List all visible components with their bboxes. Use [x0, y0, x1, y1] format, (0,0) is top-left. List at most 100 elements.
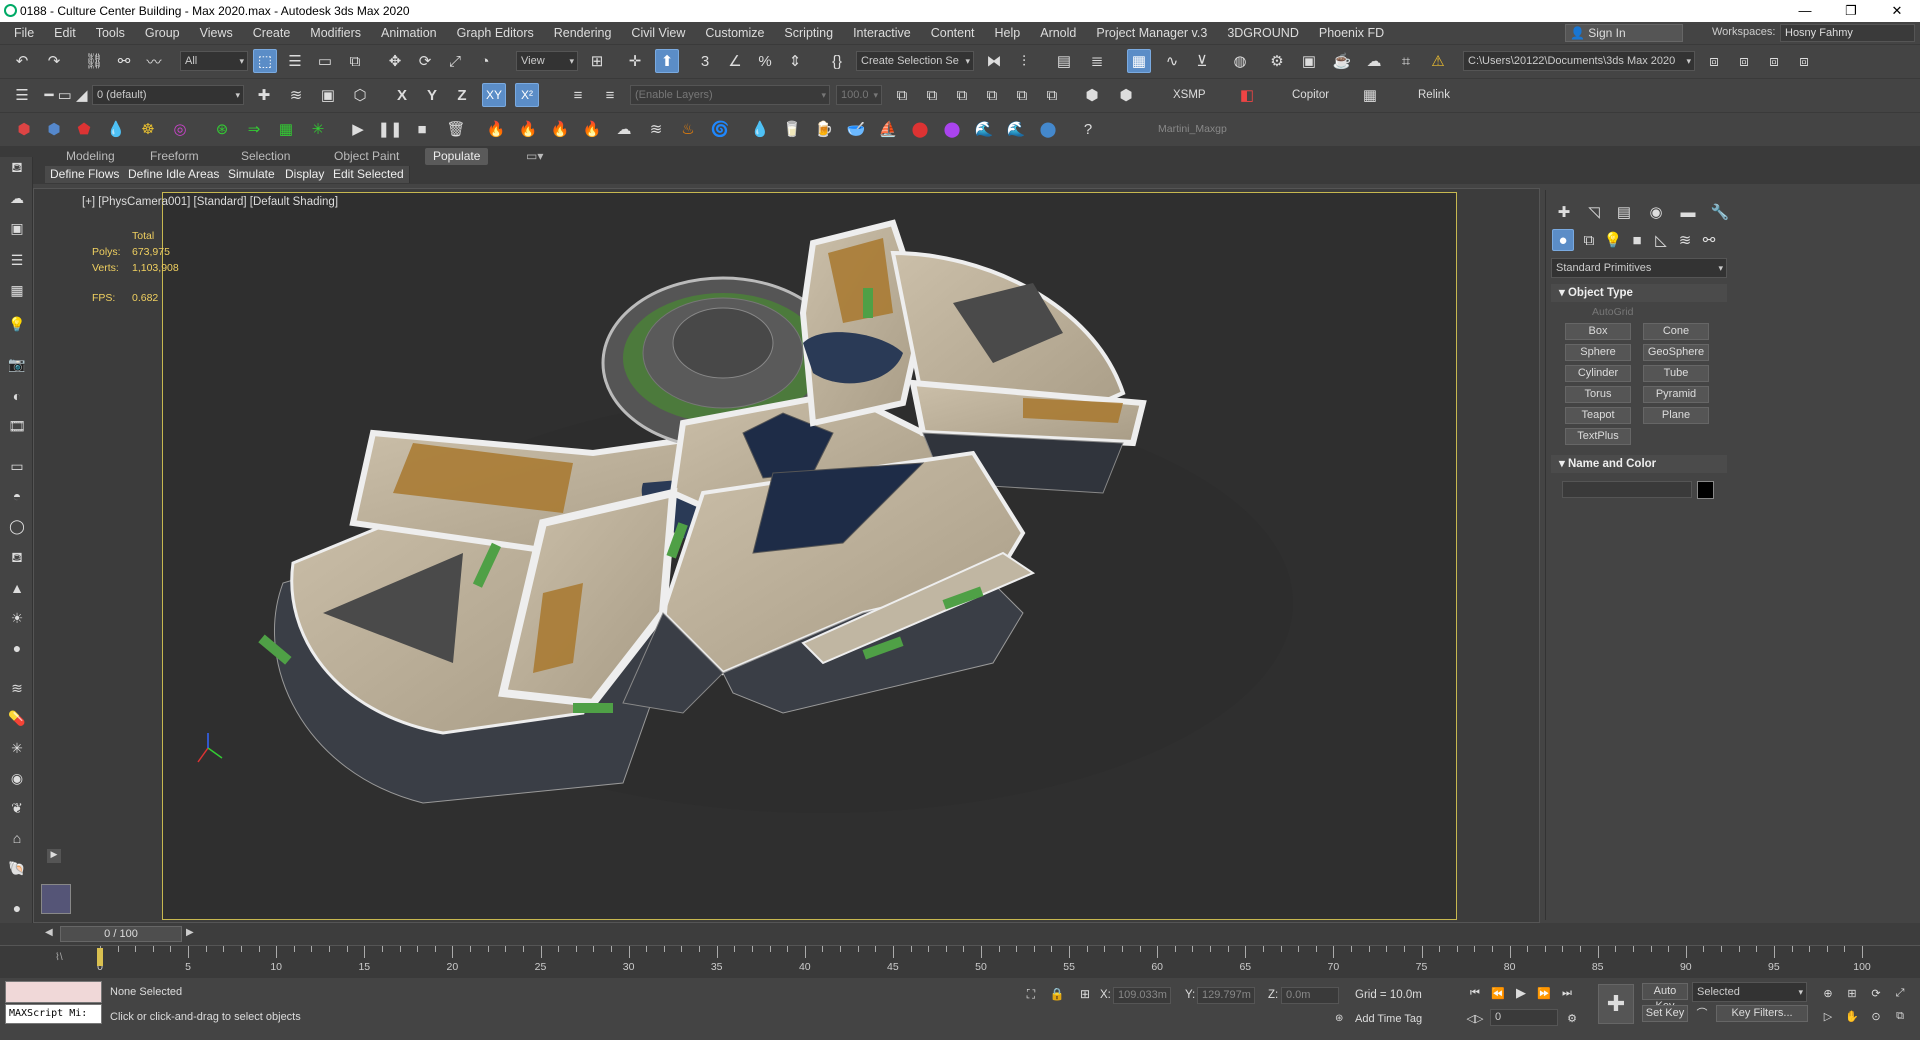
maxscript-mini-listener[interactable]: MAXScript Mi:	[5, 1004, 102, 1024]
render-production-icon[interactable]: ☕	[1330, 49, 1354, 73]
rect-selection-icon[interactable]: ▭	[313, 49, 337, 73]
xsmp-label[interactable]: XSMP	[1173, 89, 1206, 101]
primitive-category-dropdown[interactable]: Standard Primitives	[1551, 258, 1727, 278]
menu-arnold[interactable]: Arnold	[1030, 26, 1086, 40]
pan-icon[interactable]: ✋	[1842, 1006, 1862, 1026]
key-selection-dropdown[interactable]: Selected	[1692, 982, 1807, 1002]
time-tag-icon[interactable]: ⊛	[1335, 1013, 1343, 1024]
time-slider[interactable]: 0 / 100	[60, 926, 182, 942]
phoenix-red-icon[interactable]: ⬤	[908, 117, 932, 141]
set-key-big-icon[interactable]: ✚	[1598, 984, 1634, 1024]
subtab-edit-selected[interactable]: Edit Selected	[328, 166, 410, 183]
track-bar[interactable]: ⌇\ 0 5 10 15 20 25 30 35 40 45 50 55 60 65 70 75 80 85 90 9…	[0, 945, 1920, 978]
menu-project-manager[interactable]: Project Manager v.3	[1086, 26, 1217, 40]
menu-group[interactable]: Group	[135, 26, 190, 40]
key-tangent-icon[interactable]: ⌒	[1692, 1003, 1712, 1023]
menu-customize[interactable]: Customize	[695, 26, 774, 40]
menu-animation[interactable]: Animation	[371, 26, 447, 40]
maximize-button[interactable]: ❐	[1828, 0, 1874, 22]
select-manipulate-icon[interactable]: ✛	[623, 49, 647, 73]
anim-layer-icon-8[interactable]: ⬢	[1114, 83, 1138, 107]
utilities-tab-icon[interactable]: 🔧	[1708, 200, 1732, 224]
phoenix-glass-icon[interactable]: 🥛	[780, 117, 804, 141]
relink-icon[interactable]: ▦	[1358, 83, 1382, 107]
render-setup-icon[interactable]: ⚙	[1265, 49, 1289, 73]
set-key-button[interactable]: Set Key	[1642, 1005, 1688, 1022]
plugin-green-1-icon[interactable]: ⊛	[210, 117, 234, 141]
subtab-define-idle-areas[interactable]: Define Idle Areas	[123, 166, 226, 183]
percent-snap-icon[interactable]: %	[753, 49, 777, 73]
angle-snap-icon[interactable]: ∠	[723, 49, 747, 73]
pause-sim-icon[interactable]: ❚❚	[377, 117, 402, 141]
anim-layer-icon-4[interactable]: ⧉	[980, 83, 1004, 107]
reference-coordinate-dropdown[interactable]: View	[516, 51, 578, 71]
snaps-toggle-icon[interactable]: 3	[693, 49, 717, 73]
align-icon[interactable]: ⫶	[1012, 49, 1036, 73]
phoenix-wind-icon[interactable]: ≋	[644, 117, 668, 141]
axis-z-button[interactable]: Z	[450, 83, 474, 107]
anim-layer-icon-1[interactable]: ⧉	[890, 83, 914, 107]
phoenix-bowl-icon[interactable]: 🥣	[844, 117, 868, 141]
axis-xz-button[interactable]: X²	[515, 83, 539, 107]
plugin-fire-icon[interactable]: ⬟	[72, 117, 96, 141]
phoenix-flame-icon[interactable]: ♨	[676, 117, 700, 141]
tab-populate[interactable]: Populate	[425, 148, 489, 165]
move-icon[interactable]: ✥	[383, 49, 407, 73]
left-icon-image[interactable]: ▣	[5, 217, 29, 239]
cylinder-button[interactable]: Cylinder	[1565, 365, 1631, 382]
close-button[interactable]: ✕	[1874, 0, 1920, 22]
key-mode-icon[interactable]: ◁▷	[1465, 1008, 1485, 1028]
plugin-purple-icon[interactable]: ◎	[168, 117, 192, 141]
selection-filter-dropdown[interactable]: All	[180, 51, 248, 71]
goto-end-icon[interactable]: ⏭	[1557, 983, 1577, 1003]
expand-arrow-icon[interactable]: ▶	[47, 849, 61, 863]
autogrid-checkbox[interactable]: AutoGrid	[1592, 306, 1633, 318]
torus-button[interactable]: Torus	[1565, 386, 1631, 403]
undo-icon[interactable]: ↶	[10, 49, 34, 73]
menu-3dground[interactable]: 3DGROUND	[1217, 26, 1309, 40]
named-selection-dropdown[interactable]: Create Selection Se	[856, 51, 974, 71]
left-icon-wave[interactable]: ≋	[5, 677, 29, 699]
left-icon-sphere[interactable]: ◯	[5, 515, 29, 537]
left-icon-globe[interactable]: ◉	[5, 767, 29, 789]
plugin-blue-cube-icon[interactable]: ⬢	[42, 117, 66, 141]
sphere-button[interactable]: Sphere	[1565, 344, 1631, 361]
delete-sim-icon[interactable]: 🗑	[444, 117, 468, 141]
min-max-toggle-icon[interactable]: ⧉	[1890, 1006, 1910, 1026]
helpers-category-icon[interactable]: ◺	[1650, 229, 1672, 251]
left-icon-shell[interactable]: 🐚	[5, 857, 29, 879]
maxscript-listener-top[interactable]	[5, 981, 102, 1003]
select-in-layer-icon[interactable]: ⬡	[348, 83, 372, 107]
weight-spinner[interactable]: 100.0	[836, 85, 882, 105]
window-crossing-icon[interactable]: ⧉	[343, 49, 367, 73]
menu-tools[interactable]: Tools	[86, 26, 135, 40]
left-icon-sun[interactable]: ☀	[5, 607, 29, 629]
menu-phoenix-fd[interactable]: Phoenix FD	[1309, 26, 1394, 40]
axis-xy-button[interactable]: XY	[482, 83, 506, 107]
layer-menu-icon[interactable]: ☰	[10, 83, 34, 107]
project-icon-2[interactable]: ⧈	[1732, 49, 1756, 73]
minimize-button[interactable]: —	[1782, 0, 1828, 22]
play-icon[interactable]: ▶	[1511, 983, 1531, 1003]
layers-icon[interactable]: ≋	[284, 83, 308, 107]
menu-modifiers[interactable]: Modifiers	[300, 26, 371, 40]
add-time-tag[interactable]: Add Time Tag	[1355, 1013, 1422, 1025]
left-icon-grid[interactable]: ▦	[5, 279, 29, 301]
mirror-icon[interactable]: ⧓	[982, 49, 1006, 73]
stop-sim-icon[interactable]: ■	[410, 117, 434, 141]
x-coord-field[interactable]: 109.033m	[1113, 987, 1171, 1004]
left-icon-half[interactable]: ◐	[5, 385, 29, 407]
phoenix-liquid-icon[interactable]: 💧	[748, 117, 772, 141]
menu-rendering[interactable]: Rendering	[544, 26, 622, 40]
left-icon-plant[interactable]: ❦	[5, 797, 29, 819]
subtab-define-flows[interactable]: Define Flows	[45, 166, 126, 183]
object-color-swatch[interactable]	[1697, 481, 1714, 499]
relink-label[interactable]: Relink	[1418, 89, 1450, 101]
viewport-label[interactable]: [+] [PhysCamera001] [Standard] [Default …	[82, 196, 338, 208]
edit-named-selection-icon[interactable]: {}	[825, 49, 849, 73]
left-icon-dome[interactable]: ◓	[5, 485, 29, 507]
tube-button[interactable]: Tube	[1643, 365, 1709, 382]
cameras-category-icon[interactable]: ■	[1626, 229, 1648, 251]
add-to-layer-icon[interactable]: ▣	[316, 83, 340, 107]
toggle-layer-explorer-icon[interactable]: ≣	[1085, 49, 1109, 73]
